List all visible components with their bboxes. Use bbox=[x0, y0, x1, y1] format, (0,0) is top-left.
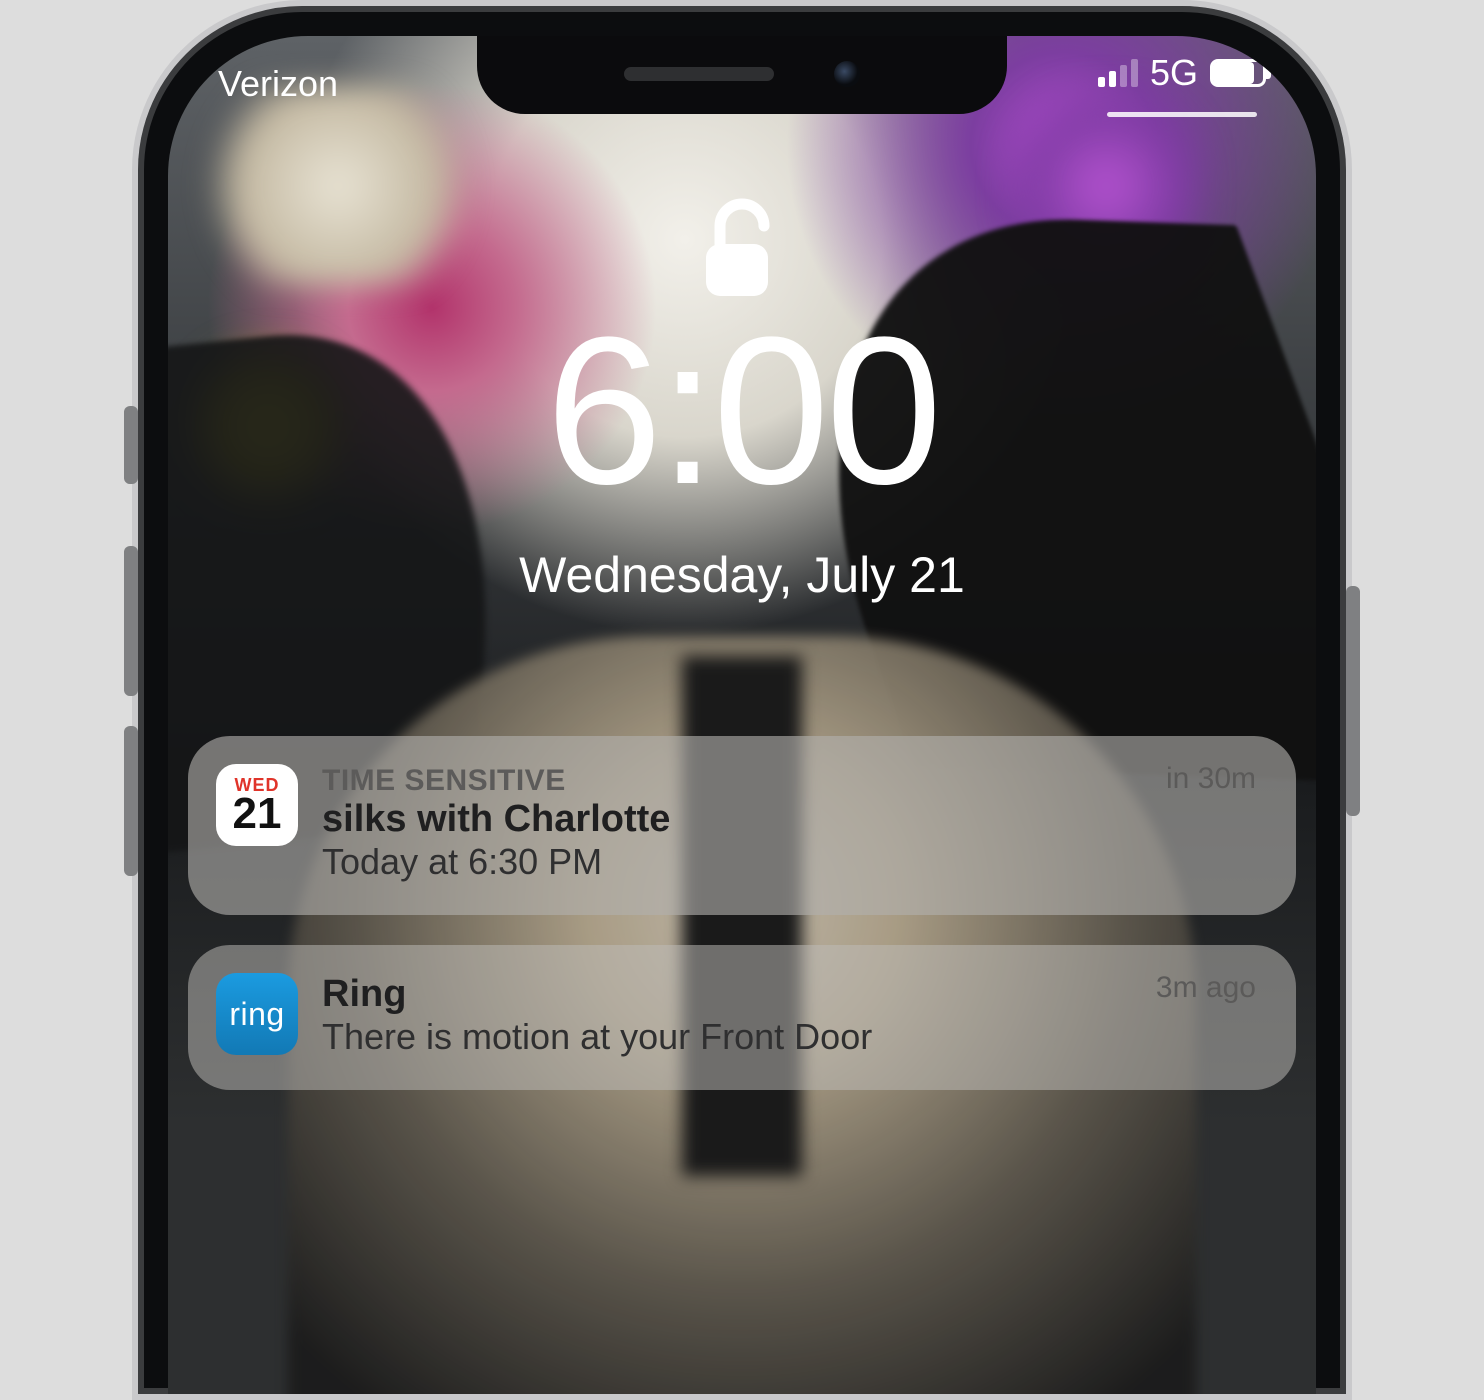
notification-tag: TIME SENSITIVE bbox=[322, 764, 1260, 798]
notification-title: Ring bbox=[322, 973, 1260, 1016]
ring-icon-label: ring bbox=[229, 996, 284, 1033]
calendar-icon-day: 21 bbox=[233, 792, 282, 836]
volume-down-button[interactable] bbox=[124, 726, 138, 876]
notification-timestamp: in 30m bbox=[1166, 762, 1256, 796]
network-label: 5G bbox=[1150, 52, 1198, 94]
clock-date: Wednesday, July 21 bbox=[168, 546, 1316, 604]
power-button[interactable] bbox=[1346, 586, 1360, 816]
lock-screen[interactable]: Verizon 5G 6:00 Wednes bbox=[168, 36, 1316, 1394]
status-bar: Verizon 5G bbox=[168, 54, 1316, 114]
ring-app-icon: ring bbox=[216, 973, 298, 1055]
calendar-app-icon: WED 21 bbox=[216, 764, 298, 846]
phone-frame: Verizon 5G 6:00 Wednes bbox=[132, 0, 1352, 1400]
signal-strength-icon bbox=[1098, 59, 1138, 87]
notification-subtitle: There is motion at your Front Door bbox=[322, 1016, 1260, 1058]
notification-list: WED 21 TIME SENSITIVE silks with Charlot… bbox=[188, 736, 1296, 1090]
notification-ring[interactable]: ring Ring There is motion at your Front … bbox=[188, 945, 1296, 1090]
notification-title: silks with Charlotte bbox=[322, 798, 1260, 841]
notification-subtitle: Today at 6:30 PM bbox=[322, 841, 1260, 883]
notification-calendar[interactable]: WED 21 TIME SENSITIVE silks with Charlot… bbox=[188, 736, 1296, 915]
notification-timestamp: 3m ago bbox=[1156, 971, 1256, 1005]
status-underline bbox=[1107, 112, 1257, 117]
clock-time: 6:00 bbox=[168, 306, 1316, 516]
carrier-label: Verizon bbox=[218, 63, 338, 105]
silent-switch[interactable] bbox=[124, 406, 138, 484]
battery-icon bbox=[1210, 59, 1266, 87]
wallpaper bbox=[208, 86, 468, 286]
volume-up-button[interactable] bbox=[124, 546, 138, 696]
